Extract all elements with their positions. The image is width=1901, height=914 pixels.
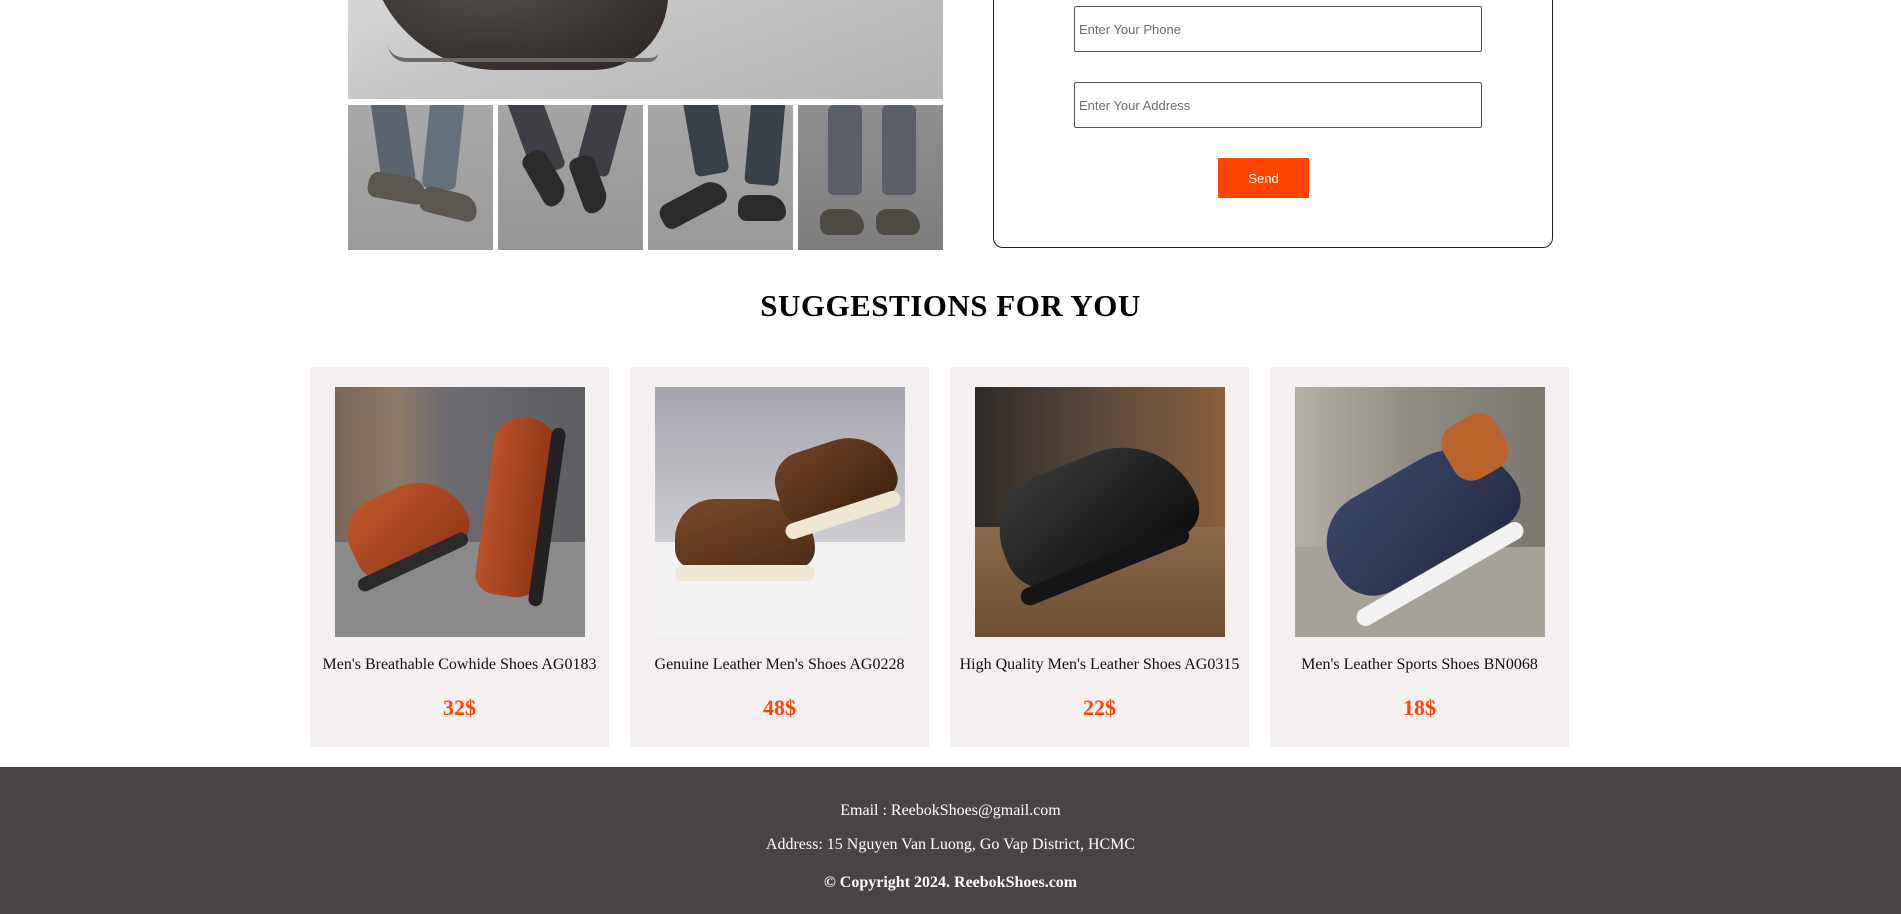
send-button[interactable]: Send [1218, 158, 1309, 198]
product-price: 18$ [1403, 695, 1436, 720]
footer: Email : ReebokShoes@gmail.com Address: 1… [0, 767, 1901, 914]
product-image[interactable] [655, 387, 905, 637]
product-price: 32$ [443, 695, 476, 720]
product-card[interactable]: Genuine Leather Men's Shoes AG0228 48$ [630, 367, 929, 747]
product-card[interactable]: High Quality Men's Leather Shoes AG0315 … [950, 367, 1249, 747]
product-card[interactable]: Men's Breathable Cowhide Shoes AG0183 32… [310, 367, 609, 747]
product-name[interactable]: Genuine Leather Men's Shoes AG0228 [630, 656, 929, 674]
footer-email: Email : ReebokShoes@gmail.com [840, 802, 1061, 819]
product-name[interactable]: Men's Leather Sports Shoes BN0068 [1270, 656, 1569, 674]
thumbnail-image[interactable] [498, 105, 643, 250]
thumbnail-image[interactable] [348, 105, 493, 250]
thumbnail-image[interactable] [798, 105, 943, 250]
product-name[interactable]: High Quality Men's Leather Shoes AG0315 [950, 656, 1249, 674]
thumbnail-image[interactable] [648, 105, 793, 250]
footer-address: Address: 15 Nguyen Van Luong, Go Vap Dis… [765, 836, 1136, 853]
product-price: 48$ [763, 695, 796, 720]
footer-copyright: © Copyright 2024. ReebokShoes.com [823, 874, 1078, 891]
order-form: Send [993, 0, 1553, 248]
product-image[interactable] [975, 387, 1225, 637]
address-input[interactable] [1074, 82, 1482, 128]
product-image[interactable] [1295, 387, 1545, 637]
product-price: 22$ [1083, 695, 1116, 720]
product-name[interactable]: Men's Breathable Cowhide Shoes AG0183 [310, 656, 609, 674]
phone-input[interactable] [1074, 6, 1482, 52]
product-card[interactable]: Men's Leather Sports Shoes BN0068 18$ [1270, 367, 1569, 747]
main-product-image [348, 0, 943, 99]
section-title: SUGGESTIONS FOR YOU [760, 288, 1141, 323]
product-image[interactable] [335, 387, 585, 637]
thumbnail-strip [348, 105, 943, 250]
